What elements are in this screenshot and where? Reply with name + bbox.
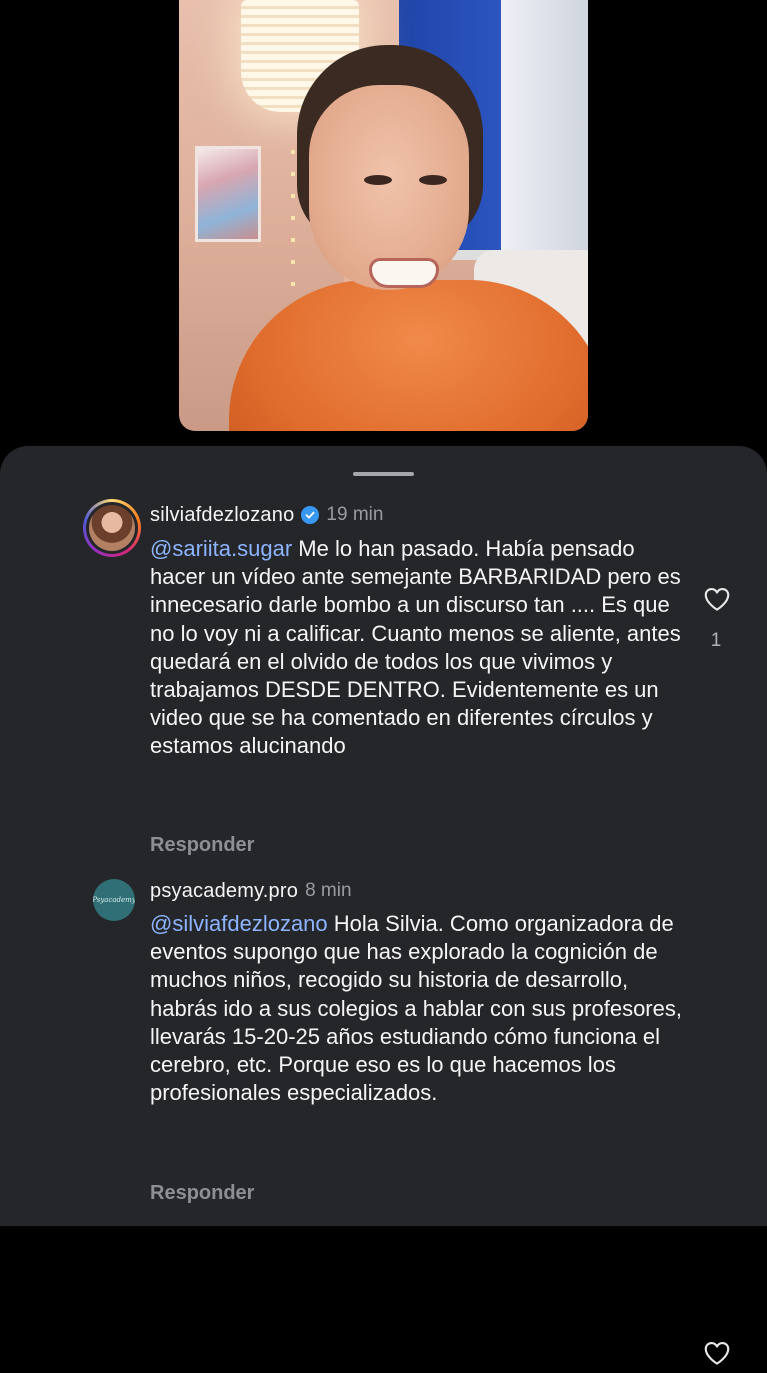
wall-painting [195, 146, 261, 242]
avatar-photo [89, 505, 135, 551]
avatar[interactable]: Psyacademy [93, 879, 135, 921]
orange-sweater [229, 280, 588, 431]
comments-sheet: silviafdezlozano 19 min @sariita.sugar M… [0, 446, 767, 1365]
heart-outline-icon[interactable] [702, 584, 732, 614]
left-eye [364, 175, 392, 185]
comment-meta: psyacademy.pro 8 min [150, 876, 352, 906]
reply-button[interactable]: Responder [150, 834, 254, 857]
reply-button[interactable]: Responder [150, 1182, 254, 1205]
sheet-drag-handle[interactable] [353, 472, 414, 476]
comment-text: @silviafdezlozano Hola Silvia. Como orga… [150, 910, 685, 1107]
comment-body: Me lo han pasado. Había pensado hacer un… [150, 536, 681, 759]
comment-mention[interactable]: @sariita.sugar [150, 536, 292, 561]
video-preview[interactable] [179, 0, 588, 431]
avatar[interactable] [83, 499, 141, 557]
heart-outline-icon[interactable] [702, 1338, 732, 1368]
flag-white-stripe [501, 0, 588, 250]
avatar-logo-text: Psyacademy [93, 896, 135, 904]
like-count: 1 [710, 630, 722, 651]
comment-username[interactable]: psyacademy.pro [150, 880, 298, 903]
comment-username[interactable]: silviafdezlozano [150, 504, 294, 527]
right-eye [419, 175, 447, 185]
comment-meta: silviafdezlozano 19 min [150, 500, 383, 530]
comment-mention[interactable]: @silviafdezlozano [150, 911, 328, 936]
mouth [369, 258, 439, 288]
comment-text: @sariita.sugar Me lo han pasado. Había p… [150, 535, 685, 761]
comment-time: 8 min [305, 880, 352, 901]
comment-body: Hola Silvia. Como organizadora de evento… [150, 911, 682, 1106]
verified-badge-icon [301, 506, 320, 524]
comment-time: 19 min [326, 504, 384, 525]
